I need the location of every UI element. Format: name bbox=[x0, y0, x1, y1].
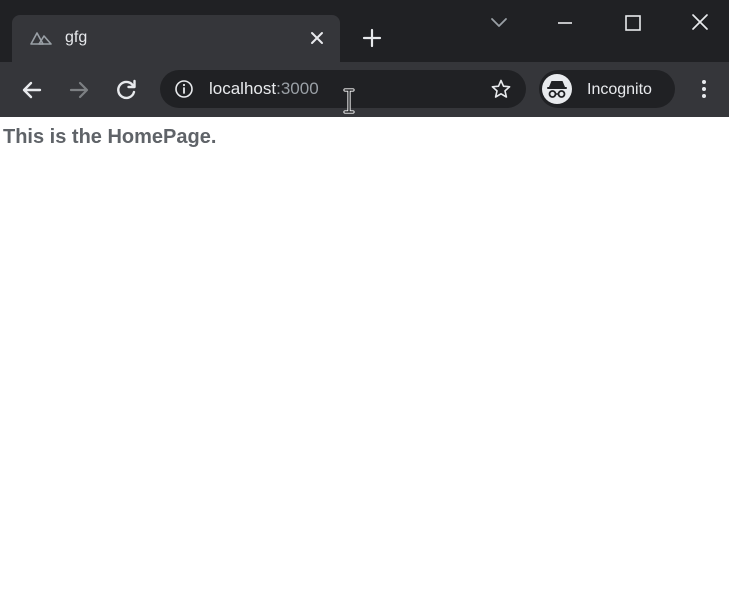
text-cursor-icon bbox=[343, 88, 355, 114]
page-heading: This is the HomePage. bbox=[3, 126, 217, 148]
browser-window: gfg localhost:3000 Incognito This is the… bbox=[0, 0, 729, 600]
arrow-left-icon[interactable] bbox=[19, 77, 45, 103]
url-port: :3000 bbox=[276, 79, 319, 98]
nuxt-logo-icon bbox=[30, 32, 52, 45]
close-icon[interactable] bbox=[690, 12, 710, 32]
tab-gfg[interactable]: gfg bbox=[12, 15, 340, 62]
tab-title: gfg bbox=[65, 29, 88, 46]
url-host: localhost bbox=[209, 79, 277, 98]
chevron-down-icon[interactable] bbox=[489, 15, 509, 29]
maximize-icon[interactable] bbox=[624, 14, 642, 32]
plus-icon[interactable] bbox=[361, 27, 383, 49]
reload-icon[interactable] bbox=[113, 77, 139, 103]
close-icon[interactable] bbox=[308, 29, 326, 47]
info-icon[interactable] bbox=[174, 79, 194, 99]
browser-toolbar: localhost:3000 Incognito bbox=[0, 62, 729, 117]
profile-label: Incognito bbox=[587, 81, 652, 98]
tab-strip: gfg bbox=[0, 0, 729, 62]
incognito-profile-button[interactable]: Incognito bbox=[539, 70, 675, 108]
kebab-menu-icon[interactable] bbox=[694, 78, 714, 100]
incognito-icon bbox=[542, 74, 572, 104]
url-text[interactable]: localhost:3000 bbox=[209, 79, 319, 99]
minimize-icon[interactable] bbox=[555, 14, 575, 32]
page-viewport: This is the HomePage. bbox=[0, 117, 729, 600]
star-icon[interactable] bbox=[490, 78, 512, 100]
arrow-right-icon[interactable] bbox=[66, 77, 92, 103]
